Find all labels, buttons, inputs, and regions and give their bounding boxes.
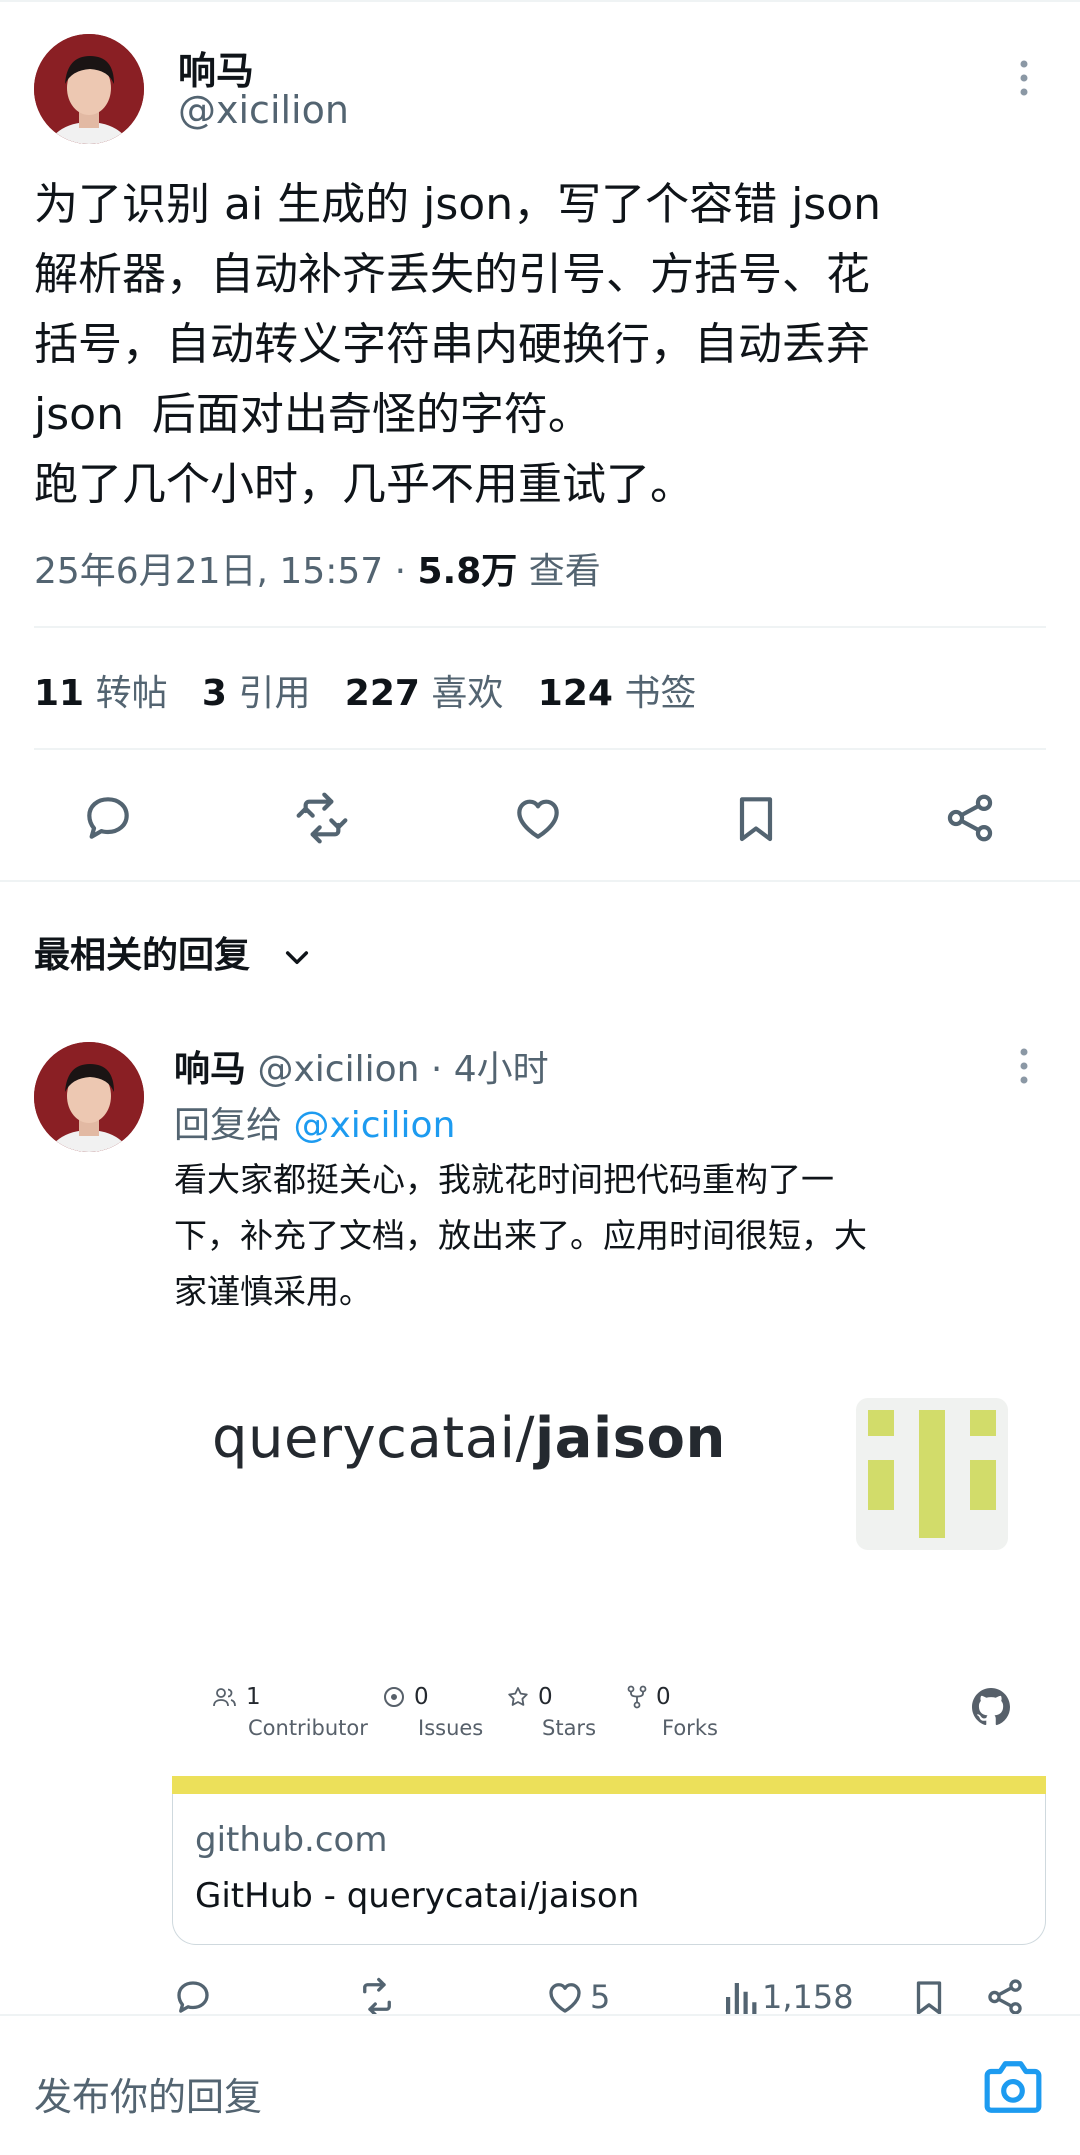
repo-owner: querycatai/ [212, 1406, 535, 1471]
quotes-label: 引用 [238, 673, 311, 714]
quotes-count: 3 [201, 673, 227, 714]
retweets-label: 转帖 [95, 673, 168, 714]
retweets-count: 11 [34, 673, 85, 714]
repo-logo [856, 1398, 1008, 1550]
repo-stat-contributors: 1 Contributor [212, 1684, 368, 1740]
issue-icon [382, 1685, 406, 1709]
repo-stat-forks: 0 Forks [626, 1684, 718, 1740]
reply-views-count: 1,158 [762, 1978, 854, 2015]
github-icon [972, 1688, 1010, 1726]
tweet-text: 为了识别 ai 生成的 json，写了个容错 json 解析器，自动补齐丢失的引… [34, 170, 1046, 520]
card-accent-bar [172, 1776, 1046, 1794]
tweet-text-line: json 后面对出奇怪的字符。 [34, 389, 592, 440]
repo-stat-issues: 0 Issues [382, 1684, 484, 1740]
stars-value: 0 [538, 1684, 553, 1710]
analytics-icon [722, 1976, 758, 2015]
likes-label: 喜欢 [431, 673, 504, 714]
reply-action-bar: 5 1,158 [0, 1960, 1080, 2015]
reply-author-name[interactable]: 响马 [174, 1049, 246, 1090]
share-icon[interactable] [942, 790, 998, 846]
bookmarks-count: 124 [537, 673, 613, 714]
quotes-stat[interactable]: 3 引用 [202, 673, 311, 714]
replies-sort-label: 最相关的回复 [34, 935, 251, 976]
reply-avatar[interactable] [34, 1042, 144, 1152]
tweet-timestamp[interactable]: 25年6月21日, 15:57 · [34, 551, 417, 592]
reply-text-line: 下，补充了文档，放出来了。应用时间很短，大 [174, 1216, 867, 1255]
author-name[interactable]: 响马 [178, 40, 254, 95]
author-avatar[interactable] [34, 34, 144, 144]
reply-to-line: 回复给 @xicilion [174, 1096, 455, 1148]
like-icon[interactable] [510, 790, 566, 846]
bookmark-icon[interactable] [728, 790, 784, 846]
reply-header: 响马 @xicilion · 4小时 [174, 1040, 549, 1092]
reply-icon[interactable] [80, 790, 136, 846]
star-icon [506, 1685, 530, 1709]
link-card[interactable]: querycatai/jaison 1 Contributor 0 Issues… [172, 1330, 1046, 1945]
card-preview-image: querycatai/jaison 1 Contributor 0 Issues… [172, 1330, 1046, 1776]
compose-bar: 发布你的回复 [0, 2014, 1080, 2155]
engagement-stats: 11 转帖 3 引用 227 喜欢 124 书签 [34, 664, 696, 716]
likes-stat[interactable]: 227 喜欢 [345, 673, 504, 714]
tweet-text-line: 为了识别 ai 生成的 json，写了个容错 json [34, 179, 882, 230]
repo-stat-stars: 0 Stars [506, 1684, 596, 1740]
reply-like-count: 5 [590, 1978, 611, 2015]
divider [34, 626, 1046, 628]
repo-full-name: querycatai/jaison [212, 1406, 726, 1471]
issues-value: 0 [414, 1684, 429, 1710]
compose-input[interactable]: 发布你的回复 [34, 2066, 262, 2121]
contributors-label: Contributor [248, 1716, 368, 1740]
forks-value: 0 [656, 1684, 671, 1710]
reply-more-options-icon[interactable] [1013, 1046, 1035, 1086]
bottom-edge [0, 2148, 1080, 2153]
avatar-portrait [34, 1042, 144, 1152]
top-border [0, 0, 1080, 2]
reply-views-button[interactable]: 1,158 [722, 1976, 854, 2015]
reply-bookmark-icon[interactable] [908, 1976, 950, 2015]
chevron-down-icon [281, 941, 313, 973]
divider [0, 880, 1080, 882]
likes-count: 227 [344, 673, 420, 714]
more-options-icon[interactable] [1013, 58, 1035, 98]
retweets-stat[interactable]: 11 转帖 [34, 673, 168, 714]
people-icon [212, 1686, 238, 1708]
reply-to-prefix: 回复给 [174, 1105, 294, 1146]
issues-label: Issues [418, 1716, 484, 1740]
reply-like-button[interactable]: 5 [544, 1976, 610, 2015]
tweet-text-line: 跑了几个小时，几乎不用重试了。 [34, 459, 694, 510]
contributors-value: 1 [246, 1684, 261, 1710]
card-footer: github.com GitHub - querycatai/jaison [172, 1794, 1046, 1945]
camera-icon[interactable] [982, 2058, 1044, 2116]
card-title: GitHub - querycatai/jaison [195, 1876, 640, 1916]
retweet-icon[interactable] [294, 790, 350, 846]
reply-text-line: 看大家都挺关心，我就花时间把代码重构了一 [174, 1160, 834, 1199]
card-domain: github.com [195, 1820, 388, 1860]
reply-reply-icon[interactable] [172, 1976, 214, 2015]
stars-label: Stars [542, 1716, 597, 1740]
bookmarks-label: 书签 [624, 673, 697, 714]
bookmarks-stat[interactable]: 124 书签 [538, 673, 697, 714]
repo-name: jaison [534, 1406, 726, 1471]
tweet-text-line: 解析器，自动补齐丢失的引号、方括号、花 [34, 249, 870, 300]
repo-logo-mark [868, 1410, 996, 1538]
views-label: 查看 [517, 551, 601, 592]
tweet-text-line: 括号，自动转义字符串内硬换行，自动丢弃 [34, 319, 870, 370]
forks-label: Forks [662, 1716, 718, 1740]
views-count: 5.8万 [417, 551, 518, 592]
reply-share-icon[interactable] [984, 1976, 1026, 2015]
reply-text-line: 家谨慎采用。 [174, 1272, 372, 1311]
reply-like-icon [544, 1976, 586, 2015]
avatar-portrait [34, 34, 144, 144]
author-handle[interactable]: @xicilion [178, 88, 349, 132]
reply-meta: @xicilion · 4小时 [257, 1049, 549, 1090]
reply-retweet-icon[interactable] [356, 1976, 398, 2015]
tweet-meta: 25年6月21日, 15:57 · 5.8万 查看 [34, 542, 601, 594]
reply-text: 看大家都挺关心，我就花时间把代码重构了一 下，补充了文档，放出来了。应用时间很短… [174, 1152, 1054, 1320]
fork-icon [626, 1685, 648, 1709]
replies-sort-dropdown[interactable]: 最相关的回复 [34, 926, 313, 978]
divider [34, 748, 1046, 750]
reply-to-handle-link[interactable]: @xicilion [293, 1105, 455, 1146]
